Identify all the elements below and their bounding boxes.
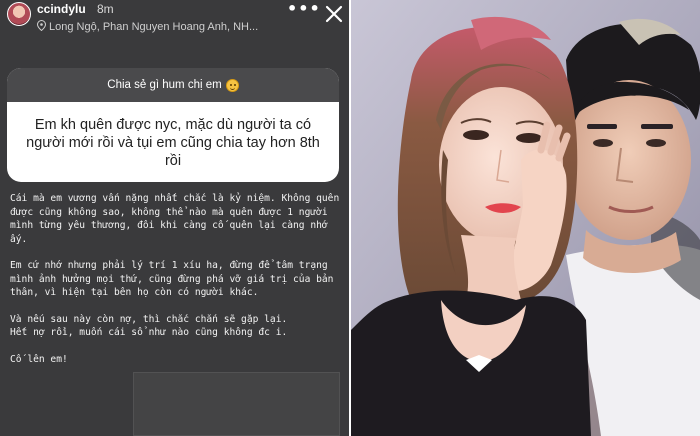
reply-paragraph: Hết nợ rồi, muốn cái sổ như nào cũng khô… — [10, 327, 288, 338]
question-sticker-prompt: Chia sẻ gì hum chị em — [7, 68, 339, 102]
question-prompt-text: Chia sẻ gì hum chị em — [107, 79, 222, 91]
couple-photo — [351, 0, 700, 436]
avatar[interactable] — [7, 2, 31, 26]
reply-paragraph: Và nếu sau này còn nợ, thì chắc chắn sẽ … — [10, 313, 288, 325]
question-sticker[interactable]: Chia sẻ gì hum chị em Em kh quên được ny… — [7, 68, 339, 182]
close-button[interactable] — [324, 4, 344, 24]
reply-paragraph: Cố lên em! — [10, 353, 68, 365]
story-location-label: Long Ngộ, Phan Nguyen Hoang Anh, NH... — [49, 21, 259, 33]
story-header: ccindylu 8m Long Ngộ, Phan Nguyen Hoang … — [0, 0, 349, 40]
background-overlay-box — [133, 372, 340, 436]
couple-photo-illustration — [351, 0, 700, 436]
location-pin-icon — [37, 20, 47, 34]
reply-paragraph: Em cứ nhớ nhưng phải lý trí 1 xíu ha, đừ… — [10, 260, 334, 298]
story-timestamp: 8m — [97, 2, 114, 16]
more-options-button[interactable]: ••• — [287, 1, 321, 17]
close-icon — [325, 5, 343, 23]
reply-paragraph: Cái mà em vương vấn nặng nhất chắc là kỷ… — [10, 193, 340, 245]
smiling-face-icon — [225, 78, 239, 92]
story-reply-text: Cái mà em vương vấn nặng nhất chắc là kỷ… — [10, 192, 344, 379]
story-location[interactable]: Long Ngộ, Phan Nguyen Hoang Anh, NH... — [37, 20, 267, 34]
question-sticker-answer: Em kh quên được nyc, mặc dù người ta có … — [26, 117, 320, 169]
story-username[interactable]: ccindylu — [37, 2, 86, 16]
instagram-story-panel: ccindylu 8m Long Ngộ, Phan Nguyen Hoang … — [0, 0, 349, 436]
